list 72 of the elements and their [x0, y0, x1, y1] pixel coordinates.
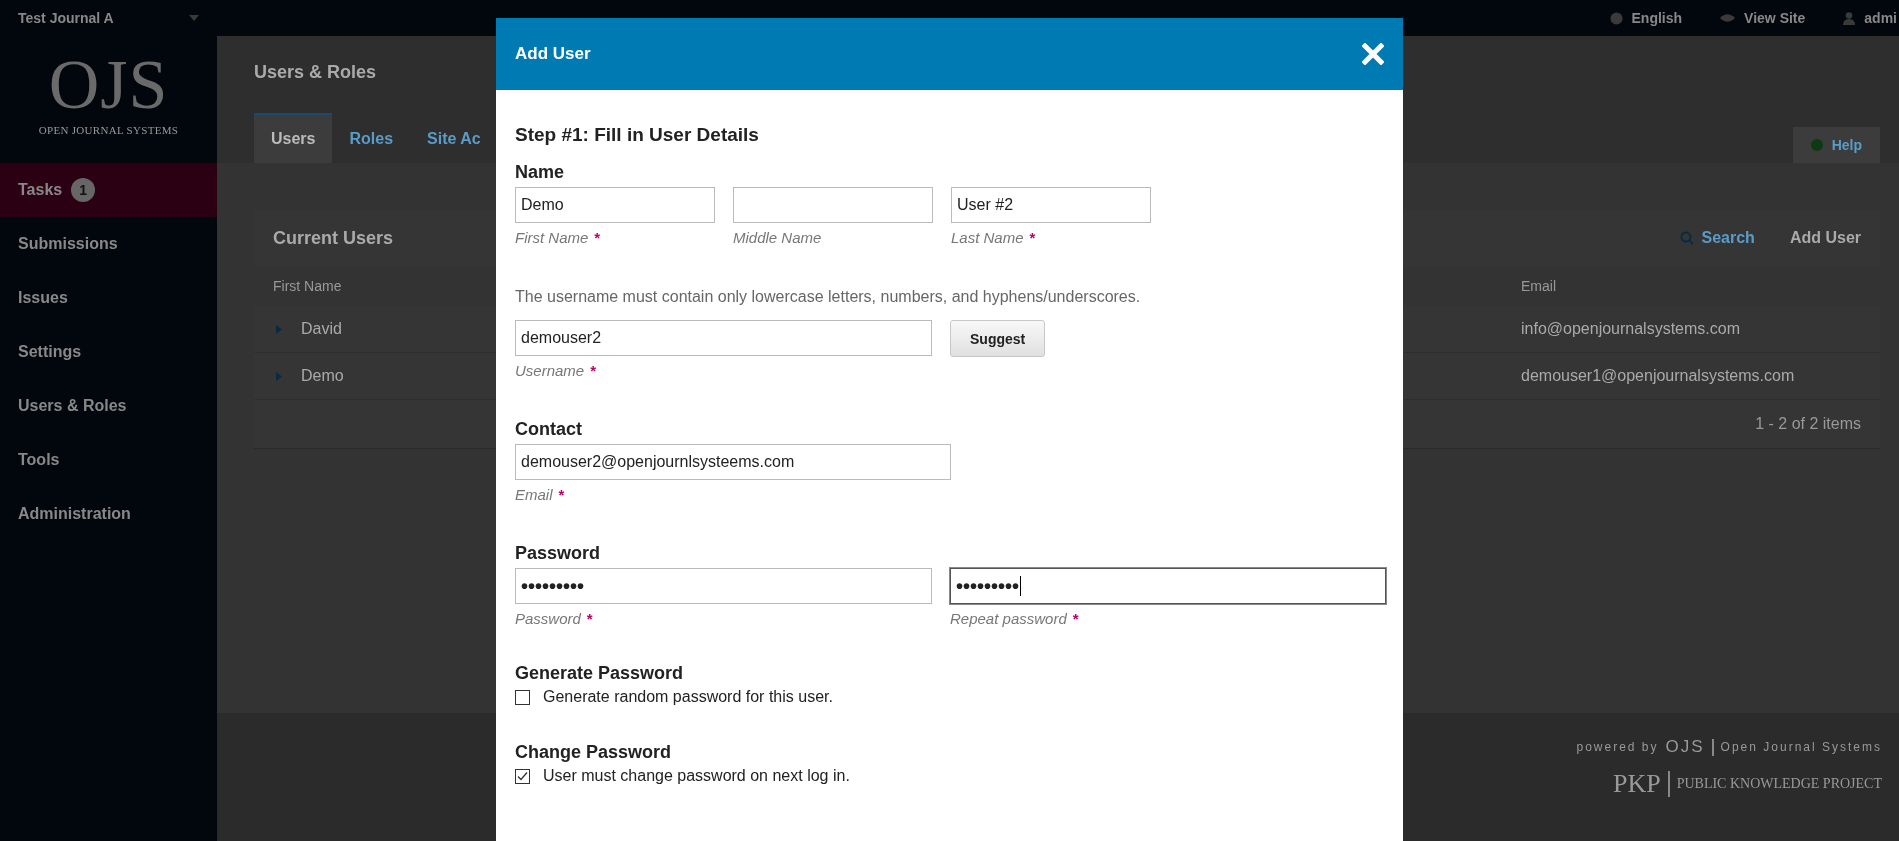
eye-icon [1720, 13, 1736, 23]
password-field[interactable]: ••••••••• [515, 568, 932, 604]
pkp-name: PUBLIC KNOWLEDGE PROJECT [1676, 776, 1882, 792]
password-field[interactable]: ••••••••• [950, 568, 1386, 604]
search-icon [1679, 231, 1694, 245]
checkbox[interactable] [515, 689, 530, 705]
journal-name[interactable]: Test Journal A [18, 10, 114, 26]
help-tab[interactable]: Help [1792, 127, 1880, 163]
user-icon [1843, 11, 1856, 25]
section-heading: Name [515, 162, 566, 183]
input-field[interactable]: demouser2@openjournlsysteems.com [515, 444, 951, 480]
column-header: First Name [273, 278, 343, 294]
add-user-link[interactable]: Add User [1789, 229, 1861, 247]
input-field[interactable]: Demo [515, 187, 715, 223]
search-link[interactable]: Search [1679, 229, 1755, 247]
tab[interactable]: Roles [332, 115, 411, 163]
field-label: First Name [515, 229, 589, 246]
top-link[interactable]: admi [1843, 10, 1897, 26]
nav-item[interactable]: Submissions [0, 217, 217, 271]
required-mark: * [590, 362, 597, 379]
username-note: The username must contain only lowercase letters, numbers, and hyphens/underscores. [515, 288, 1142, 306]
field-label: Password [515, 610, 581, 627]
field-label: Middle Name [733, 229, 822, 246]
field-label: Username [515, 362, 585, 379]
required-mark: * [1072, 610, 1079, 627]
caret-icon [189, 15, 199, 21]
table-cell: info@openjournalsystems.com [1521, 320, 1740, 338]
checkbox-label: Generate random password for this user. [543, 688, 833, 706]
field-label: Repeat password [950, 610, 1067, 627]
required-mark: * [1029, 229, 1036, 246]
item-count: 1 - 2 of 2 items [1755, 415, 1861, 433]
checkbox-label: User must change password on next log in. [543, 767, 850, 785]
page-title: Users & Roles [254, 62, 378, 83]
tab[interactable]: Site Ac [410, 115, 498, 163]
input-field[interactable]: demouser2 [515, 320, 932, 356]
field-label: Email [515, 486, 553, 503]
ojs-mark: OJS [1665, 737, 1705, 757]
step-heading: Step #1: Fill in User Details [515, 124, 760, 146]
input-field[interactable] [733, 187, 933, 223]
nav-item[interactable]: Tasks 1 [0, 163, 217, 217]
top-link[interactable]: View Site [1720, 10, 1806, 26]
section-heading: Contact [515, 419, 583, 440]
section-heading: Password [515, 543, 602, 564]
powered-by: powered by [1576, 740, 1659, 754]
dialog-title: Add User [515, 44, 591, 64]
pkp-mark: PKP [1612, 769, 1661, 799]
nav-item[interactable]: Tools [0, 433, 217, 487]
required-mark: * [558, 486, 565, 503]
section-heading: Change Password [515, 742, 673, 763]
logo-subtitle: OPEN JOURNAL SYSTEMS [38, 124, 179, 136]
panel-title: Current Users [273, 227, 394, 249]
section-heading: Generate Password [515, 663, 685, 684]
table-cell: Demo [301, 367, 344, 385]
close-icon[interactable] [1362, 43, 1384, 65]
count-badge: 1 [71, 178, 96, 202]
input-field[interactable]: User #2 [951, 187, 1151, 223]
logo-title: OJS [48, 50, 169, 120]
table-cell: demouser1@openjournalsystems.com [1521, 367, 1795, 385]
ojs-name: Open Journal Systems [1720, 740, 1882, 754]
top-link[interactable]: English [1609, 10, 1683, 26]
required-mark: * [586, 610, 593, 627]
table-cell: David [301, 320, 342, 338]
required-mark: * [594, 229, 601, 246]
field-label: Last Name [951, 229, 1024, 246]
checkbox[interactable] [515, 768, 530, 784]
suggest-button[interactable]: Suggest [950, 320, 1046, 357]
nav-item[interactable]: Administration [0, 487, 217, 541]
nav-item[interactable]: Issues [0, 271, 217, 325]
column-header: Email [1521, 278, 1556, 294]
tab[interactable]: Users [254, 113, 333, 163]
nav-item[interactable]: Settings [0, 325, 217, 379]
nav-item[interactable]: Users & Roles [0, 379, 217, 433]
